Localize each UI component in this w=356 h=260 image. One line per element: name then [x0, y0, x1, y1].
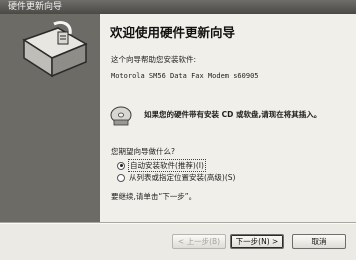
radio-auto-install-label[interactable]: 自动安装软件(推荐)(I)	[128, 159, 206, 172]
wizard-side-panel	[0, 14, 100, 222]
radio-button-selected[interactable]	[117, 161, 125, 170]
cd-prompt-text: 如果您的硬件带有安装 CD 或软盘,请现在将其插入。	[144, 110, 322, 119]
wizard-content: 欢迎使用硬件更新向导 这个向导帮助您安装软件: Motorola SM56 Da…	[100, 14, 356, 222]
radio-manual-install[interactable]: 从列表或指定位置安装(高级)(S)	[117, 172, 235, 183]
wizard-footer: < 上一步(B) 下一步(N) > 取消	[0, 224, 356, 260]
cancel-button[interactable]: 取消	[292, 234, 346, 249]
device-name: Motorola SM56 Data Fax Modem s60905	[111, 72, 259, 80]
radio-manual-install-label[interactable]: 从列表或指定位置安装(高级)(S)	[129, 172, 235, 183]
radio-auto-install[interactable]: 自动安装软件(推荐)(I)	[117, 159, 206, 172]
continue-hint: 要继续,请单击“下一步”。	[111, 192, 197, 201]
radio-button[interactable]	[117, 173, 125, 182]
question-text: 您期望向导做什么?	[111, 147, 175, 156]
next-button[interactable]: 下一步(N) >	[230, 234, 284, 249]
window-title: 硬件更新向导	[8, 2, 63, 12]
page-title: 欢迎使用硬件更新向导	[110, 25, 236, 40]
back-button[interactable]: < 上一步(B)	[172, 234, 226, 249]
hardware-wizard-window: 硬件更新向导 欢迎使用硬件更新向导 这个向导帮助您安装软件: Motorola …	[0, 0, 356, 260]
cd-disc-icon	[110, 106, 132, 126]
title-bar[interactable]: 硬件更新向导	[0, 0, 356, 14]
hardware-box-icon	[22, 20, 88, 78]
intro-text: 这个向导帮助您安装软件:	[111, 55, 197, 64]
